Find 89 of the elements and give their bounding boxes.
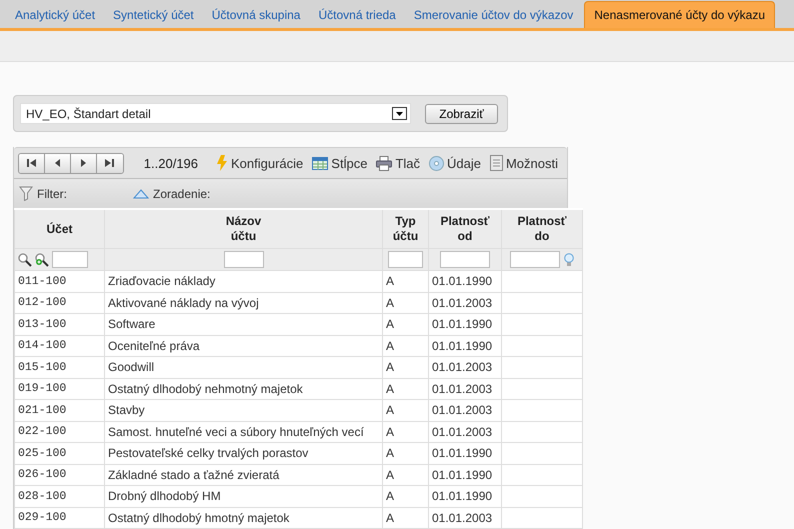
sort-label: Zoradenie: xyxy=(153,186,210,200)
toolbar-button[interactable]: Stĺpce xyxy=(312,156,368,170)
table-cell: 015-100 xyxy=(18,360,66,374)
table-cell: 014-100 xyxy=(18,339,66,352)
table-cell: 021-100 xyxy=(18,404,66,417)
table-cell: Ostatný dlhodobý hmotný majetok xyxy=(108,510,290,525)
table-cell: 01.01.2003 xyxy=(432,403,492,418)
table-cell: Pestovateľské celky trvalých porastov xyxy=(108,446,308,460)
first-page-icon xyxy=(26,158,37,168)
column-header[interactable]: Platnosť do xyxy=(502,209,582,248)
table-cell: A xyxy=(386,424,394,439)
table-cell: A xyxy=(386,382,394,396)
show-button[interactable]: Zobraziť xyxy=(425,104,498,124)
table-cell: 013-100 xyxy=(18,318,66,331)
table-cell: Oceniteľné práva xyxy=(108,338,200,353)
filter-input[interactable] xyxy=(510,251,560,268)
table-cell: A xyxy=(386,274,394,288)
table-cell: 022-100 xyxy=(18,425,66,438)
tab[interactable]: Smerovanie účtov do výkazov xyxy=(404,2,582,28)
disc-icon xyxy=(429,156,444,170)
filter-input[interactable] xyxy=(224,251,264,268)
first-page-button[interactable] xyxy=(19,154,45,172)
table-cell: 01.01.2003 xyxy=(432,296,492,310)
table-cell: A xyxy=(386,510,394,525)
table-icon xyxy=(312,156,328,170)
table-cell: Aktivované náklady na vývoj xyxy=(108,296,259,310)
triangle-icon xyxy=(133,188,149,198)
table-cell: 01.01.2003 xyxy=(432,510,492,525)
column-header[interactable]: Účet xyxy=(14,209,104,248)
table-cell: A xyxy=(386,317,394,332)
tab[interactable]: Účtovná trieda xyxy=(309,2,405,28)
table-cell: 01.01.2003 xyxy=(432,360,492,374)
last-page-button[interactable] xyxy=(96,154,123,172)
table-cell: Zriaďovacie náklady xyxy=(108,274,216,288)
filter-label: Filter: xyxy=(37,186,67,200)
column-header[interactable]: Platnosť od xyxy=(428,209,502,248)
table-cell: 01.01.1990 xyxy=(432,446,492,460)
printer-icon xyxy=(376,156,392,170)
table-cell: 01.01.1990 xyxy=(432,468,492,482)
previous-page-button[interactable] xyxy=(44,154,71,172)
table-cell: 01.01.1990 xyxy=(432,338,492,353)
filter-input[interactable] xyxy=(52,251,88,268)
filter-input[interactable] xyxy=(388,251,423,268)
table-cell: 011-100 xyxy=(18,274,66,288)
table-cell: 029-100 xyxy=(18,511,66,524)
table-cell: Drobný dlhodobý HM xyxy=(108,489,221,504)
document-icon xyxy=(490,155,503,171)
table-cell: 01.01.1990 xyxy=(432,489,492,504)
table-cell: A xyxy=(386,296,394,310)
tab[interactable]: Analytický účet xyxy=(6,2,104,28)
next-page-button[interactable] xyxy=(70,154,97,172)
table-cell: 01.01.2003 xyxy=(432,382,492,396)
table-cell: 01.01.1990 xyxy=(432,274,492,288)
table-cell: A xyxy=(386,403,394,418)
funnel-icon xyxy=(19,186,33,201)
toolbar-button[interactable]: Možnosti xyxy=(490,155,558,171)
table-cell: 025-100 xyxy=(18,446,66,460)
table-cell: 012-100 xyxy=(18,296,66,310)
toolbar-button[interactable]: Tlač xyxy=(376,156,420,170)
table-cell: 028-100 xyxy=(18,490,66,503)
last-page-icon xyxy=(104,158,116,168)
table-cell: A xyxy=(386,360,394,374)
filter-input[interactable] xyxy=(440,251,490,268)
search-icon[interactable] xyxy=(18,252,32,266)
report-select[interactable]: HV_EO, Štandart detail xyxy=(20,103,411,124)
table-cell: Goodwill xyxy=(108,360,154,374)
table-cell: A xyxy=(386,489,394,504)
table-cell: 026-100 xyxy=(18,468,66,482)
tab[interactable]: Nenasmerované účty do výkazu xyxy=(584,1,776,28)
table-cell: A xyxy=(386,338,394,353)
column-header[interactable]: Názov účtu xyxy=(104,209,382,248)
table-cell: Základné stado a ťažné zvieratá xyxy=(108,468,280,482)
toolbar-button[interactable]: Konfigurácie xyxy=(216,155,304,171)
lightning-icon xyxy=(216,155,228,171)
toolbar-button[interactable]: Údaje xyxy=(429,156,481,170)
tab[interactable]: Syntetický účet xyxy=(104,2,203,28)
table-cell: Samost. hnuteľné veci a súbory hnuteľných vecí xyxy=(108,424,364,439)
page-range: 1..20/196 xyxy=(144,156,198,170)
table-cell: A xyxy=(386,446,394,460)
column-header[interactable]: Typ účtu xyxy=(382,209,428,248)
table-cell: Software xyxy=(108,317,156,332)
tab[interactable]: Účtovná skupina xyxy=(202,2,310,28)
table-cell: A xyxy=(386,468,394,482)
zoom-in-icon[interactable] xyxy=(35,252,49,266)
table-cell: Stavby xyxy=(108,403,145,418)
table-cell: 01.01.2003 xyxy=(432,424,492,439)
table-cell: Ostatný dlhodobý nehmotný majetok xyxy=(108,382,303,396)
table-cell: 019-100 xyxy=(18,382,66,396)
table-cell: 01.01.1990 xyxy=(432,317,492,332)
